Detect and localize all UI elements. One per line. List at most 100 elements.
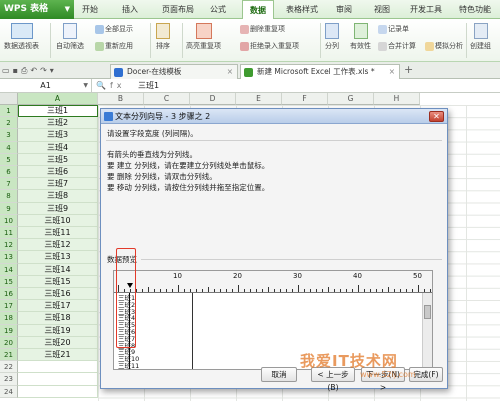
split-column-button[interactable]: 分列 [325,23,339,51]
create-group-button[interactable]: 创建组 [470,23,491,51]
menu-item[interactable]: 审阅 [330,0,358,19]
tab-docer-templates[interactable]: Docer-在线模板 × [110,64,238,79]
table-cell[interactable]: 三班21 [18,349,98,362]
row-header[interactable]: 19 [0,324,18,337]
undo-icon[interactable]: ↶ [30,66,40,75]
table-cell[interactable]: 三班9 [18,202,98,215]
merge-calc-button[interactable]: 合并计算 [378,41,416,51]
row-header[interactable]: 10 [0,214,18,227]
table-cell[interactable]: 三班12 [18,239,98,252]
table-cell[interactable]: 三班17 [18,300,98,313]
highlight-duplicates-button[interactable]: 高亮重复项 [186,23,221,51]
table-cell[interactable]: 三班6 [18,166,98,179]
column-header[interactable]: F [282,93,328,105]
new-tab-button[interactable]: + [404,62,413,79]
tab-excel-workbook[interactable]: 新建 Microsoft Excel 工作表.xls * × [240,64,400,79]
table-cell[interactable]: 三班7 [18,178,98,191]
table-cell[interactable]: 三班11 [18,227,98,240]
menu-item[interactable]: 特色功能 [452,0,498,19]
table-cell[interactable]: 三班15 [18,275,98,288]
formula-input[interactable]: 三班1 [138,79,159,92]
customize-icon[interactable]: ▾ [50,66,57,75]
row-header[interactable]: 2 [0,117,18,130]
column-header[interactable]: E [236,93,282,105]
select-all-corner[interactable] [0,93,18,105]
table-cell[interactable]: 三班10 [18,214,98,227]
row-header[interactable]: 20 [0,336,18,349]
save-icon[interactable]: ▪ [13,66,21,75]
close-icon[interactable]: × [389,65,395,79]
row-header[interactable]: 7 [0,178,18,191]
table-cell[interactable]: 三班3 [18,129,98,142]
sort-button[interactable]: 排序 [156,23,170,51]
record-form-button[interactable]: 记录单 [378,24,409,34]
app-menu-button[interactable]: WPS 表格 ▼ [0,0,74,19]
table-cell[interactable]: 三班19 [18,324,98,337]
menu-item[interactable]: 表格样式 [281,0,323,19]
row-header[interactable]: 1 [0,105,18,118]
column-header[interactable]: C [144,93,190,105]
row-header[interactable]: 13 [0,251,18,264]
row-header[interactable]: 5 [0,153,18,166]
menu-item[interactable]: 插入 [116,0,144,19]
menu-item[interactable]: 开发工具 [406,0,446,19]
table-cell[interactable]: 三班5 [18,153,98,166]
menu-item[interactable]: 数据 [242,0,274,19]
menu-item[interactable]: 开始 [76,0,104,19]
chevron-down-icon[interactable]: ▼ [83,79,88,92]
row-header[interactable]: 17 [0,300,18,313]
menu-item[interactable]: 视图 [368,0,396,19]
table-cell[interactable] [18,373,98,386]
row-header[interactable]: 9 [0,202,18,215]
row-header[interactable]: 11 [0,227,18,240]
fx-icon[interactable]: fx [110,81,126,90]
table-cell[interactable] [18,361,98,374]
row-header[interactable]: 12 [0,239,18,252]
cancel-button[interactable]: 取消 [261,367,297,382]
autofilter-button[interactable]: 自动筛选 [56,23,84,51]
close-icon[interactable]: × [227,65,233,79]
table-cell[interactable]: 三班2 [18,117,98,130]
column-header[interactable]: A [18,93,98,105]
delete-duplicates-button[interactable]: 删除重复项 [240,24,285,34]
what-if-analysis-button[interactable]: 模拟分析 [425,41,463,51]
show-all-button[interactable]: 全部显示 [95,24,133,34]
scroll-thumb[interactable] [424,305,431,319]
zoom-icon[interactable]: 🔍 [96,81,110,90]
validity-button[interactable]: 有效性 [350,23,371,51]
row-header[interactable]: 14 [0,263,18,276]
reject-duplicates-button[interactable]: 拒绝录入重复项 [240,41,299,51]
preview-scrollbar[interactable] [422,293,432,369]
row-header[interactable]: 16 [0,288,18,301]
column-ruler[interactable]: 10 20 30 40 50 [114,271,432,293]
menu-item[interactable]: 页面布局 [156,0,200,19]
table-cell[interactable] [18,385,98,398]
close-icon[interactable]: ✕ [429,111,444,122]
print-icon[interactable]: ⎙ [21,66,30,75]
table-cell[interactable]: 三班14 [18,263,98,276]
table-cell[interactable]: 三班1 [18,105,98,118]
column-header[interactable]: D [190,93,236,105]
table-cell[interactable]: 三班16 [18,288,98,301]
row-header[interactable]: 8 [0,190,18,203]
menu-item[interactable]: 公式 [204,0,232,19]
redo-icon[interactable]: ↷ [40,66,50,75]
column-header[interactable]: H [374,93,420,105]
column-header[interactable]: G [328,93,374,105]
name-box[interactable]: A1 ▼ [0,79,92,93]
row-header[interactable]: 6 [0,166,18,179]
table-cell[interactable]: 三班13 [18,251,98,264]
row-header[interactable]: 18 [0,312,18,325]
table-cell[interactable]: 三班20 [18,336,98,349]
table-cell[interactable]: 三班18 [18,312,98,325]
pivot-table-button[interactable]: 数据透视表 [4,23,39,51]
table-cell[interactable]: 三班4 [18,141,98,154]
row-header[interactable]: 24 [0,385,18,398]
column-header[interactable]: B [98,93,144,105]
row-header[interactable]: 23 [0,373,18,386]
row-header[interactable]: 22 [0,361,18,374]
folder-icon[interactable]: ▭ [2,66,13,75]
row-header[interactable]: 4 [0,141,18,154]
row-header[interactable]: 15 [0,275,18,288]
row-header[interactable]: 3 [0,129,18,142]
